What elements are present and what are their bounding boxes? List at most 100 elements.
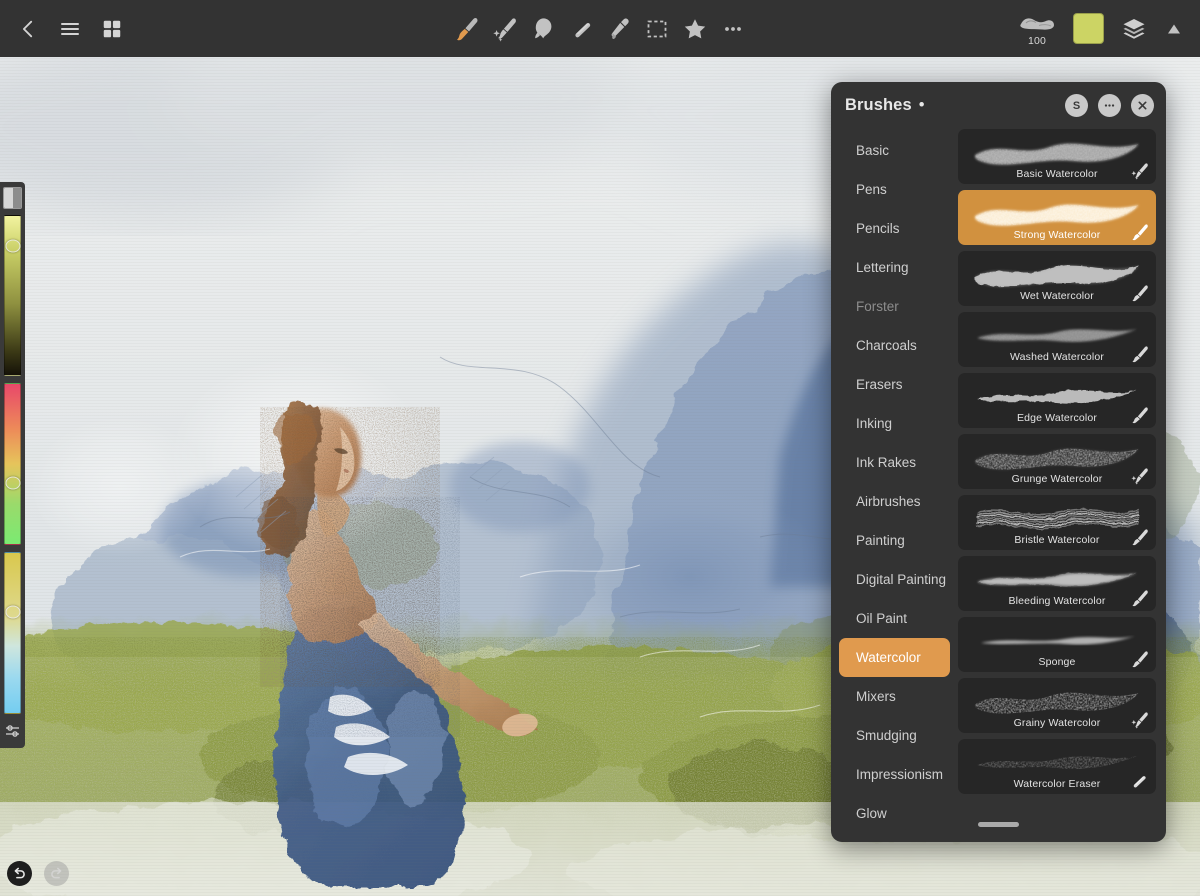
brush-category-pens[interactable]: Pens <box>839 170 950 209</box>
value-slider-knob[interactable] <box>5 239 20 253</box>
brush-icon <box>1129 283 1151 303</box>
app-root: 100 Brushes • S Basic Pens Pencils Lette… <box>0 0 1200 896</box>
brush-item[interactable]: Edge Watercolor <box>958 373 1156 428</box>
brush-item[interactable]: Washed Watercolor <box>958 312 1156 367</box>
brush-category-impressionism[interactable]: Impressionism <box>839 755 950 794</box>
brush-item-label: Washed Watercolor <box>1010 351 1104 363</box>
brush-category-inking[interactable]: Inking <box>839 404 950 443</box>
hue-slider-knob[interactable] <box>5 476 20 490</box>
back-button[interactable] <box>8 7 48 51</box>
resize-handle[interactable] <box>978 822 1019 827</box>
brush-item[interactable]: Sponge <box>958 617 1156 672</box>
tool-smudge-brush[interactable] <box>486 7 524 51</box>
expand-button[interactable] <box>1154 7 1194 51</box>
brush-category-lettering[interactable]: Lettering <box>839 248 950 287</box>
color-swatch-button[interactable] <box>1073 13 1104 44</box>
brush-category-label: Airbrushes <box>856 494 921 509</box>
tool-effects[interactable] <box>676 7 714 51</box>
brush-category-forster[interactable]: Forster <box>839 287 950 326</box>
tool-eraser[interactable] <box>562 7 600 51</box>
panel-header-buttons: S <box>1065 94 1154 117</box>
color-sidebar[interactable] <box>0 182 25 748</box>
brush-item-label: Wet Watercolor <box>1020 290 1094 302</box>
tool-eyedropper[interactable] <box>600 7 638 51</box>
menu-button[interactable] <box>50 7 90 51</box>
brush-category-charcoals[interactable]: Charcoals <box>839 326 950 365</box>
brush-item[interactable]: Basic Watercolor <box>958 129 1156 184</box>
gallery-button[interactable] <box>92 7 132 51</box>
tool-smudge[interactable] <box>524 7 562 51</box>
brush-item[interactable]: Grunge Watercolor <box>958 434 1156 489</box>
back-chevron-icon <box>22 20 33 37</box>
brush-stroke-preview-wrap <box>964 436 1150 476</box>
tool-more[interactable] <box>714 7 752 51</box>
brush-category-label: Pens <box>856 182 887 197</box>
brush-category-label: Forster <box>856 299 899 314</box>
brushes-panel[interactable]: Brushes • S Basic Pens Pencils Lettering… <box>831 82 1166 842</box>
star-icon <box>684 18 706 38</box>
sparkle-brush-icon <box>1131 468 1148 485</box>
brush-item[interactable]: Grainy Watercolor <box>958 678 1156 733</box>
brush-category-digital-painting[interactable]: Digital Painting <box>839 560 950 599</box>
color-preview-right <box>12 188 21 208</box>
brush-stroke-preview-wrap <box>964 619 1150 659</box>
brush-item-label: Edge Watercolor <box>1016 412 1098 424</box>
brush-category-label: Basic <box>856 143 890 158</box>
brush-category-list[interactable]: Basic Pens Pencils Lettering Forster Charcoal… <box>831 129 958 820</box>
brush-size-indicator[interactable]: 100 <box>1011 6 1063 52</box>
brush-item-label: Basic Watercolor <box>1016 168 1098 180</box>
brush-item[interactable]: Watercolor Eraser <box>958 739 1156 794</box>
brush-category-smudging[interactable]: Smudging <box>839 716 950 755</box>
brush-stroke-preview-wrap <box>964 253 1150 293</box>
brush-item-list[interactable]: Basic Watercolor Strong Watercolor Wet Wat… <box>958 129 1166 820</box>
brush-stroke-preview-wrap <box>964 375 1150 415</box>
brush-category-ink-rakes[interactable]: Ink Rakes <box>839 443 950 482</box>
brush-icon <box>1132 651 1148 668</box>
redo-button[interactable] <box>44 861 69 886</box>
brush-icon <box>1132 285 1148 302</box>
brush-icon <box>1129 527 1151 547</box>
brush-item[interactable]: Bristle Watercolor <box>958 495 1156 550</box>
close-icon <box>1138 101 1147 110</box>
tool-selection[interactable] <box>638 7 676 51</box>
brush-category-glow[interactable]: Glow <box>839 794 950 820</box>
value-slider[interactable] <box>4 214 21 377</box>
more-options-button[interactable] <box>1098 94 1121 117</box>
brush-category-oil-paint[interactable]: Oil Paint <box>839 599 950 638</box>
tool-paintbrush[interactable] <box>448 7 486 51</box>
brush-item[interactable]: Strong Watercolor <box>958 190 1156 245</box>
brush-item[interactable]: Bleeding Watercolor <box>958 556 1156 611</box>
ellipsis-icon <box>1104 104 1115 107</box>
close-button[interactable] <box>1131 94 1154 117</box>
temperature-slider[interactable] <box>4 552 21 714</box>
undo-button[interactable] <box>7 861 32 886</box>
brush-category-label: Smudging <box>856 728 917 743</box>
brush-category-basic[interactable]: Basic <box>839 131 950 170</box>
brush-item[interactable]: Wet Watercolor <box>958 251 1156 306</box>
brushes-panel-header: Brushes • S <box>831 82 1166 129</box>
slider-settings-icon[interactable] <box>4 723 21 744</box>
sparkle-brush-icon <box>1129 710 1151 730</box>
brush-category-mixers[interactable]: Mixers <box>839 677 950 716</box>
redo-icon <box>51 867 62 879</box>
brush-icon <box>1129 405 1151 425</box>
brush-category-pencils[interactable]: Pencils <box>839 209 950 248</box>
brush-stroke-preview <box>977 573 1137 586</box>
brush-category-label: Pencils <box>856 221 900 236</box>
layers-button[interactable] <box>1114 7 1154 51</box>
marquee-icon <box>647 20 667 37</box>
brush-category-label: Watercolor <box>856 650 921 665</box>
brush-category-watercolor[interactable]: Watercolor <box>839 638 950 677</box>
brush-category-painting[interactable]: Painting <box>839 521 950 560</box>
brush-category-erasers[interactable]: Erasers <box>839 365 950 404</box>
hue-slider[interactable] <box>4 383 21 546</box>
eraser-icon <box>575 22 591 37</box>
current-color-preview[interactable] <box>3 187 22 209</box>
paintbrush-icon <box>457 17 478 40</box>
gallery-grid-icon <box>103 20 121 37</box>
temperature-slider-knob[interactable] <box>5 605 20 619</box>
brush-category-airbrushes[interactable]: Airbrushes <box>839 482 950 521</box>
sparkle-brush-icon <box>1131 163 1148 180</box>
eraser-icon <box>1133 776 1146 788</box>
sets-button[interactable]: S <box>1065 94 1088 117</box>
